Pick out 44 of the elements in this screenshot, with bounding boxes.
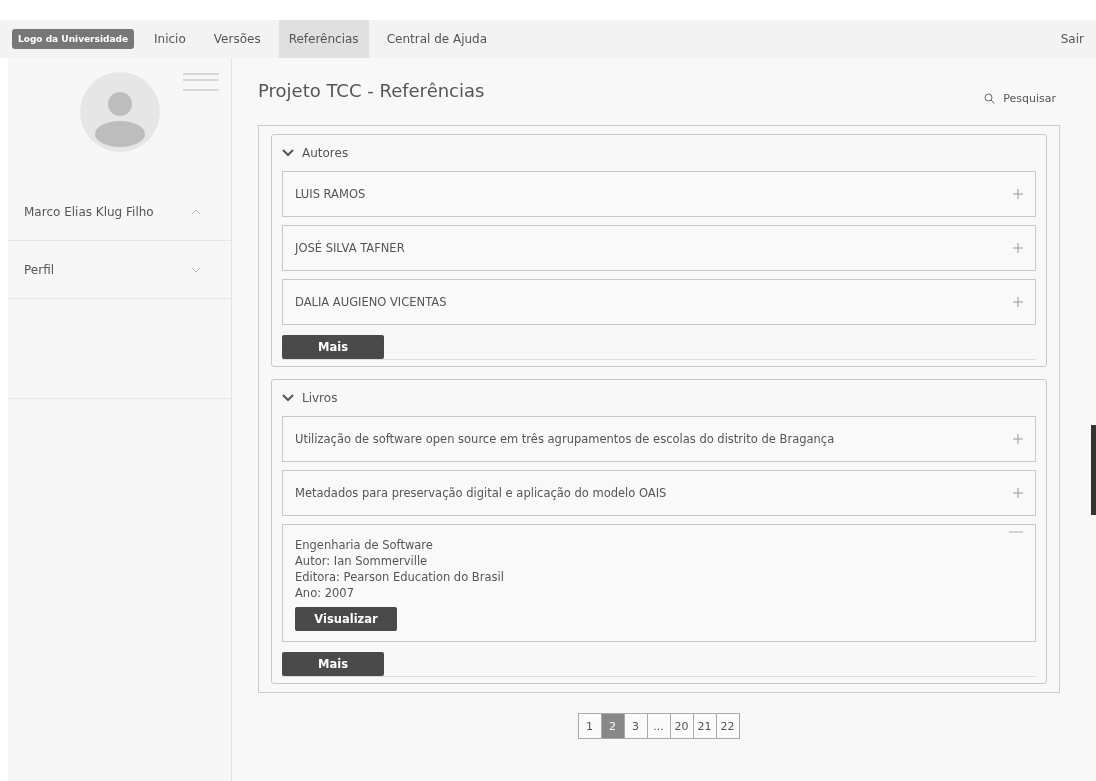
page-button[interactable]: 3 <box>623 713 648 739</box>
page-title: Projeto TCC - Referências <box>258 80 485 101</box>
sidebar-label: Perfil <box>24 262 55 277</box>
expand-icon[interactable] <box>1013 189 1023 199</box>
page-button[interactable]: 21 <box>692 713 717 739</box>
page-button[interactable]: 1 <box>577 713 602 739</box>
more-button[interactable]: Mais <box>282 652 384 676</box>
expand-icon[interactable] <box>1013 243 1023 253</box>
nav-tab[interactable]: Versões <box>203 20 271 58</box>
item-detail: Ano: 2007 <box>295 585 354 601</box>
sidebar-item[interactable]: Marco Elias Klug Filho <box>8 183 231 241</box>
page-button[interactable]: 22 <box>715 713 740 739</box>
logout-link[interactable]: Sair <box>1060 32 1084 46</box>
item-title: Metadados para preservação digital e aplicação do modelo OAIS <box>295 486 667 500</box>
item-title: Engenharia de Software <box>295 537 433 553</box>
expand-icon[interactable] <box>1013 488 1023 498</box>
page-button[interactable]: 20 <box>669 713 694 739</box>
more-button[interactable]: Mais <box>282 335 384 359</box>
item-title: Utilização de software open source em três agrupamentos de escolas do distrito de Bragança <box>295 432 835 446</box>
section-header[interactable]: Autores <box>282 135 349 171</box>
item-title: LUIS RAMOS <box>295 187 366 201</box>
item-detail: Editora: Pearson Education do Brasil <box>295 569 504 585</box>
avatar-icon <box>79 72 160 152</box>
expand-icon[interactable] <box>1013 297 1023 307</box>
section-header[interactable]: Livros <box>282 380 338 416</box>
scrollbar[interactable] <box>1091 425 1096 515</box>
chevron-icon <box>282 394 294 402</box>
search-link[interactable]: Pesquisar <box>984 92 1056 105</box>
page-button[interactable]: ... <box>646 713 671 739</box>
chevron-icon <box>282 149 294 157</box>
search-icon <box>984 93 996 104</box>
page-button[interactable]: 2 <box>600 713 625 739</box>
nav-tab[interactable]: Referências <box>278 20 369 58</box>
sidebar-item[interactable]: Perfil <box>8 241 231 299</box>
nav-tab[interactable]: Inicio <box>144 20 196 58</box>
menu-icon[interactable] <box>183 73 219 91</box>
item-detail: Autor: Ian Sommerville <box>295 553 428 569</box>
nav-tab[interactable]: Central de Ajuda <box>376 20 498 58</box>
logo: Logo da Universidade <box>12 29 135 49</box>
view-button[interactable]: Visualizar <box>295 607 397 631</box>
item-title: DALIA AUGIENO VICENTAS <box>295 295 447 309</box>
expand-icon[interactable] <box>1013 434 1023 444</box>
item-title: JOSÉ SILVA TAFNER <box>295 241 405 255</box>
sidebar-label: Marco Elias Klug Filho <box>24 204 154 219</box>
